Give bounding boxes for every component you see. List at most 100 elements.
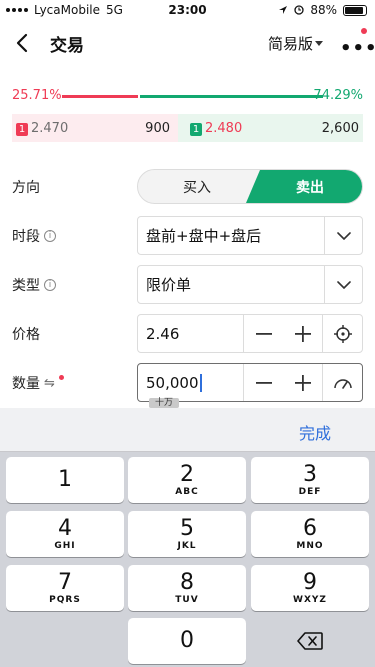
keyboard-toolbar: 完成 bbox=[0, 408, 375, 452]
key-9[interactable]: 9 WXYZ bbox=[251, 565, 369, 611]
backspace-icon bbox=[297, 632, 323, 650]
bid-price: 2.470 bbox=[31, 120, 69, 136]
location-icon bbox=[279, 6, 288, 14]
key-letters: TUV bbox=[175, 595, 199, 605]
bid-volume: 900 bbox=[145, 120, 170, 136]
key-5[interactable]: 5 JKL bbox=[128, 511, 246, 557]
key-letters: MNO bbox=[296, 541, 324, 551]
alarm-icon bbox=[294, 5, 304, 15]
price-target-button[interactable] bbox=[322, 315, 362, 352]
key-8[interactable]: 8 TUV bbox=[128, 565, 246, 611]
depth-ratio: 25.71% 74.29% bbox=[12, 88, 363, 106]
quantity-label-group: 数量 ⇋ bbox=[12, 373, 64, 393]
caret-down-icon bbox=[315, 40, 324, 46]
ask-ratio-label: 74.29% bbox=[313, 88, 363, 103]
buy-tab[interactable]: 买入 bbox=[138, 170, 256, 203]
key-digit: 7 bbox=[58, 570, 72, 595]
battery-icon bbox=[343, 4, 367, 16]
price-stepper: 2.46 bbox=[137, 314, 363, 353]
mode-switch-button[interactable]: 简易版 bbox=[268, 33, 324, 54]
price-label: 价格 bbox=[12, 327, 40, 343]
key-2[interactable]: 2 ABC bbox=[128, 457, 246, 503]
page-title: 交易 bbox=[50, 36, 84, 56]
price-label-group: 价格 bbox=[12, 324, 40, 344]
mode-label: 简易版 bbox=[268, 35, 314, 53]
key-digit: 8 bbox=[180, 570, 194, 595]
quantity-controls bbox=[243, 364, 362, 401]
quantity-decrease-button[interactable] bbox=[244, 364, 283, 401]
done-button[interactable]: 完成 bbox=[299, 420, 331, 444]
back-button[interactable] bbox=[10, 29, 34, 57]
direction-label: 方向 bbox=[12, 180, 40, 196]
status-bar: LycaMobile 5G 23:00 88% bbox=[0, 0, 375, 20]
status-right: 88% bbox=[278, 3, 367, 17]
bid-ratio-label: 25.71% bbox=[12, 88, 62, 103]
key-7[interactable]: 7 PQRS bbox=[6, 565, 124, 611]
key-digit: 9 bbox=[303, 570, 317, 595]
session-value: 盘前+盘中+盘后 bbox=[146, 227, 262, 245]
quote-row: 1 2.470 900 1 2.480 2,600 bbox=[12, 114, 363, 142]
key-letters: ABC bbox=[175, 487, 199, 497]
bid-ratio-bar bbox=[62, 95, 138, 98]
direction-label-group: 方向 bbox=[12, 177, 40, 197]
text-cursor bbox=[199, 373, 202, 392]
key-1[interactable]: 1 bbox=[6, 457, 124, 503]
key-3[interactable]: 3 DEF bbox=[251, 457, 369, 503]
nav-header: 交易 简易版 ••• bbox=[0, 20, 375, 66]
max-quantity-button[interactable] bbox=[322, 364, 362, 401]
key-letters: WXYZ bbox=[293, 595, 327, 605]
key-digit: 2 bbox=[180, 462, 194, 487]
session-label: 时段 bbox=[12, 229, 40, 245]
info-icon[interactable]: i bbox=[44, 230, 56, 242]
quantity-alert-dot bbox=[58, 374, 64, 380]
price-increase-button[interactable] bbox=[283, 315, 322, 352]
info-icon[interactable]: i bbox=[44, 279, 56, 291]
key-6[interactable]: 6 MNO bbox=[251, 511, 369, 557]
ask-volume: 2,600 bbox=[321, 120, 359, 136]
ask-price-group: 1 2.480 bbox=[190, 121, 242, 136]
quantity-input[interactable]: 50,000 bbox=[146, 364, 202, 401]
ask-ratio-bar bbox=[140, 95, 323, 98]
type-label: 类型 bbox=[12, 278, 40, 294]
ask-price: 2.480 bbox=[205, 120, 243, 136]
key-digit: 3 bbox=[303, 462, 317, 487]
minus-icon bbox=[255, 332, 272, 335]
key-letters: DEF bbox=[298, 487, 322, 497]
quantity-unit-hint: 十万 bbox=[149, 398, 179, 408]
key-digit: 0 bbox=[180, 628, 194, 653]
key-0[interactable]: 0 bbox=[128, 618, 246, 664]
price-decrease-button[interactable] bbox=[244, 315, 283, 352]
key-letters: PQRS bbox=[49, 595, 81, 605]
direction-toggle: 买入 卖出 bbox=[137, 169, 363, 204]
order-type-value: 限价单 bbox=[146, 276, 192, 294]
key-digit: 4 bbox=[58, 516, 72, 541]
key-letters: GHI bbox=[54, 541, 76, 551]
more-button[interactable]: ••• bbox=[340, 38, 375, 59]
price-controls bbox=[243, 315, 362, 352]
quantity-increase-button[interactable] bbox=[283, 364, 322, 401]
ask-quote[interactable]: 1 2.480 2,600 bbox=[178, 114, 363, 142]
gauge-icon bbox=[333, 378, 352, 389]
type-label-group: 类型 i bbox=[12, 275, 56, 295]
price-input[interactable]: 2.46 bbox=[146, 315, 179, 352]
ask-level-tag: 1 bbox=[190, 122, 202, 136]
key-digit: 5 bbox=[180, 516, 194, 541]
order-type-dropdown-button[interactable] bbox=[324, 266, 362, 303]
crosshair-icon bbox=[333, 324, 352, 343]
bid-level-tag: 1 bbox=[16, 122, 28, 136]
chevron-down-icon bbox=[336, 231, 351, 240]
session-dropdown-button[interactable] bbox=[324, 217, 362, 254]
key-4[interactable]: 4 GHI bbox=[6, 511, 124, 557]
session-select[interactable]: 盘前+盘中+盘后 bbox=[137, 216, 363, 255]
quantity-label: 数量 bbox=[12, 376, 40, 392]
battery-label: 88% bbox=[310, 3, 337, 17]
delete-key[interactable] bbox=[251, 618, 369, 664]
order-type-select[interactable]: 限价单 bbox=[137, 265, 363, 304]
quantity-stepper: 50,000 bbox=[137, 363, 363, 402]
notification-dot bbox=[361, 28, 367, 34]
sell-tab[interactable]: 卖出 bbox=[246, 170, 362, 203]
chevron-down-icon bbox=[336, 280, 351, 289]
bid-price-group: 1 2.470 bbox=[16, 121, 68, 136]
bid-quote[interactable]: 1 2.470 900 bbox=[12, 114, 178, 142]
swap-icon[interactable]: ⇋ bbox=[44, 376, 55, 391]
